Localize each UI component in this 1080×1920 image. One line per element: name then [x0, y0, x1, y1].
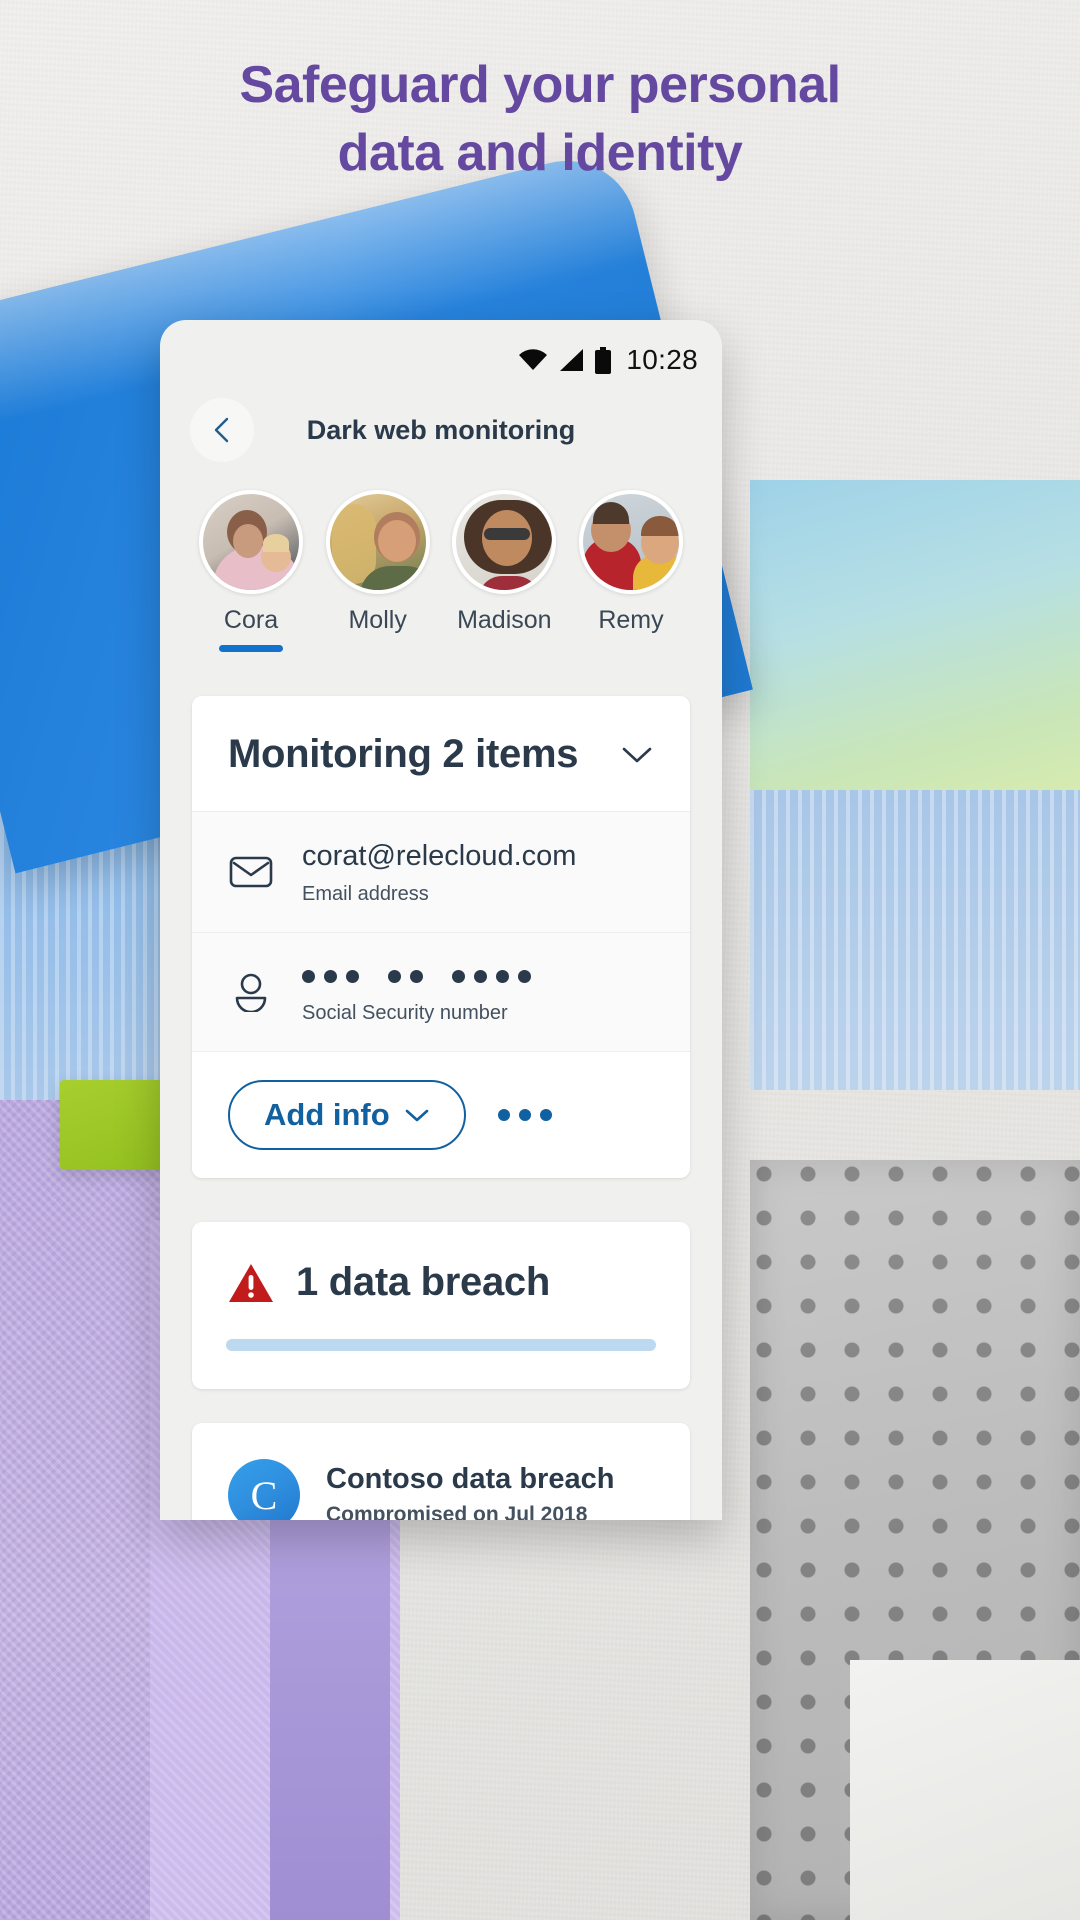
headline-line-2: data and identity	[337, 123, 743, 182]
more-options-button[interactable]	[492, 1103, 558, 1127]
email-value: corat@relecloud.com	[302, 840, 577, 872]
sidebar-item-remy[interactable]: Remy	[572, 490, 690, 652]
list-item-email[interactable]: corat@relecloud.com Email address	[192, 812, 690, 934]
app-bar: Dark web monitoring	[160, 382, 722, 478]
breach-item-text: Contoso data breach Compromised on Jul 2…	[326, 1463, 614, 1520]
add-info-button[interactable]: Add info	[228, 1080, 466, 1151]
teal-panel	[750, 480, 1080, 810]
white-tile	[850, 1660, 1080, 1920]
avatar-molly	[325, 490, 430, 594]
monitoring-card-footer: Add info	[192, 1052, 690, 1179]
status-bar-time: 10:28	[626, 344, 698, 375]
data-breach-header: 1 data breach	[192, 1222, 690, 1305]
ribbed-glass-right	[750, 790, 1080, 1090]
list-item-contoso-breach[interactable]: C Contoso data breach Compromised on Jul…	[192, 1423, 690, 1520]
phone-mockup: 10:28 Dark web monitoring Cora Molly Mad…	[160, 320, 722, 1520]
avatar-madison	[452, 490, 557, 594]
email-label: Email address	[302, 883, 429, 906]
person-name: Molly	[348, 606, 407, 634]
breach-item-title: Contoso data breach	[326, 1463, 615, 1496]
back-button[interactable]	[190, 398, 254, 462]
headline-line-1: Safeguard your personal	[239, 56, 841, 114]
chevron-left-icon	[214, 417, 229, 443]
envelope-icon	[228, 855, 274, 889]
chevron-down-icon[interactable]	[620, 744, 654, 766]
family-member-tabs: Cora Molly Madison Remy	[160, 478, 722, 652]
page-headline: Safeguard your personal data and identit…	[0, 52, 1080, 187]
status-bar: 10:28	[160, 320, 722, 382]
green-chip	[60, 1080, 165, 1170]
person-name: Cora	[223, 606, 279, 634]
wifi-icon	[519, 349, 548, 370]
avatar-cora	[199, 490, 303, 594]
battery-icon	[595, 346, 612, 374]
ssn-label: Social Security number	[302, 1002, 508, 1025]
breach-progress-bar	[226, 1339, 656, 1352]
person-name: Remy	[598, 606, 664, 634]
data-breach-title: 1 data breach	[296, 1260, 550, 1305]
sidebar-item-madison[interactable]: Madison	[445, 490, 563, 652]
ssn-info: Social Security number	[302, 959, 531, 1025]
email-info: corat@relecloud.com Email address	[302, 838, 576, 906]
chevron-down-icon	[405, 1109, 428, 1122]
sidebar-item-molly[interactable]: Molly	[319, 490, 437, 652]
list-item-ssn[interactable]: Social Security number	[192, 933, 690, 1053]
ellipsis-icon	[497, 1109, 510, 1122]
person-name: Madison	[457, 606, 552, 634]
breach-item-card: C Contoso data breach Compromised on Jul…	[192, 1423, 690, 1520]
monitoring-card: Monitoring 2 items corat@relecloud.com E…	[192, 696, 690, 1179]
sidebar-item-cora[interactable]: Cora	[192, 490, 310, 652]
warning-triangle-icon	[229, 1263, 273, 1302]
avatar-remy	[578, 490, 683, 594]
violet-strip	[270, 1520, 390, 1920]
person-icon	[228, 972, 274, 1013]
monitoring-card-header[interactable]: Monitoring 2 items	[192, 696, 690, 812]
monitoring-title: Monitoring 2 items	[228, 732, 579, 776]
ssn-masked-value	[302, 959, 531, 993]
selected-indicator	[219, 645, 283, 652]
cellular-signal-icon	[560, 349, 584, 371]
avatar: C	[228, 1459, 300, 1520]
add-info-label: Add info	[264, 1097, 390, 1133]
breach-item-subtitle: Compromised on Jul 2018	[326, 1503, 588, 1520]
data-breach-card: 1 data breach	[192, 1222, 690, 1390]
